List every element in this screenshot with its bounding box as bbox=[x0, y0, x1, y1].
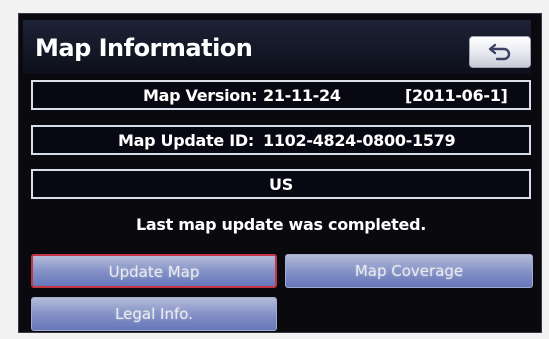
title-bar: Map Information bbox=[23, 20, 531, 74]
legal-info-button[interactable]: Legal Info. bbox=[31, 297, 277, 331]
map-version-value: 21-11-24 bbox=[263, 86, 341, 105]
map-region-row: US bbox=[31, 169, 531, 199]
back-button[interactable] bbox=[469, 36, 531, 68]
map-version-row: Map Version: 21-11-24 [2011-06-1] bbox=[31, 80, 531, 110]
map-update-id-row: Map Update ID: 1102-4824-0800-1579 bbox=[31, 125, 531, 155]
photo-frame: Map Information Map Version: 21-11-24 [2… bbox=[0, 0, 549, 339]
display-screen: Map Information Map Version: 21-11-24 [2… bbox=[18, 13, 542, 333]
map-update-id-label: Map Update ID: bbox=[118, 131, 254, 150]
map-region-value: US bbox=[269, 175, 293, 194]
update-status-text: Last map update was completed. bbox=[135, 215, 427, 234]
page-title: Map Information bbox=[35, 34, 253, 62]
return-arrow-icon bbox=[488, 43, 511, 61]
update-map-button[interactable]: Update Map bbox=[31, 254, 277, 288]
map-version-date: [2011-06-1] bbox=[405, 86, 508, 105]
map-update-id-value: 1102-4824-0800-1579 bbox=[263, 131, 456, 150]
map-coverage-button[interactable]: Map Coverage bbox=[285, 254, 533, 288]
map-version-label: Map Version: bbox=[143, 86, 258, 105]
